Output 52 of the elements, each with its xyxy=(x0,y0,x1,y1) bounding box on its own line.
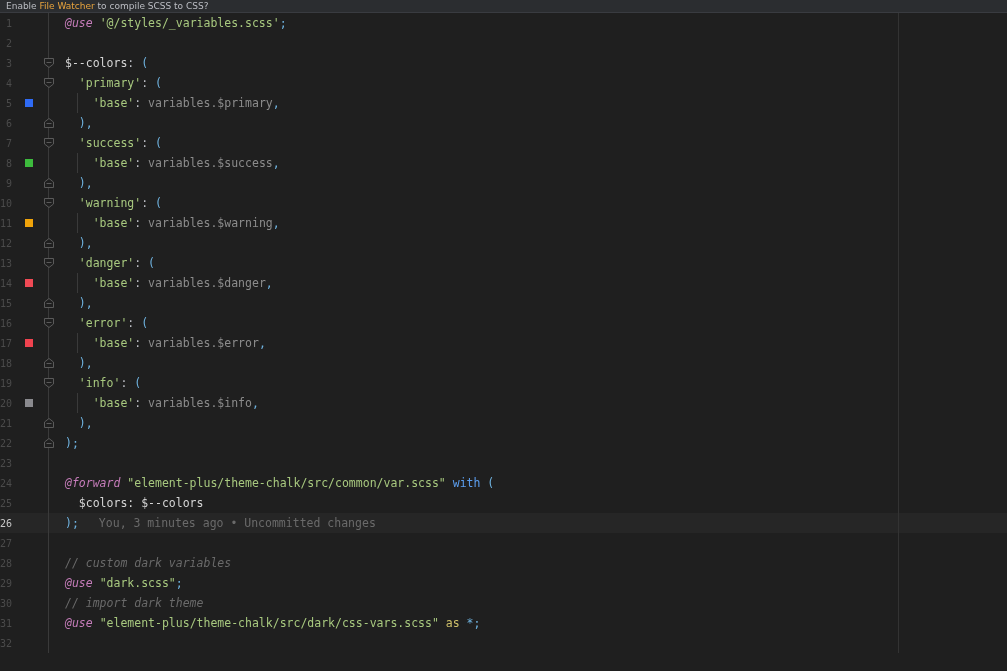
fold-icon[interactable] xyxy=(44,418,54,428)
code-line: ), xyxy=(77,176,93,190)
code-line: 'base': variables.$danger, xyxy=(91,276,273,290)
file-watcher-link[interactable]: File Watcher xyxy=(39,1,95,11)
code-line: ), xyxy=(77,356,93,370)
color-swatch[interactable] xyxy=(25,279,33,287)
fold-icon[interactable] xyxy=(44,138,54,148)
fold-icon[interactable] xyxy=(44,78,54,88)
code-line: // custom dark variables xyxy=(64,556,232,570)
code-line: 'base': variables.$error, xyxy=(91,336,266,350)
color-swatch[interactable] xyxy=(25,339,33,347)
code-line: 'error': ( xyxy=(77,316,149,330)
code-line: @use "dark.scss"; xyxy=(64,576,183,590)
code-line: 'base': variables.$warning, xyxy=(91,216,280,230)
code-line: @forward "element-plus/theme-chalk/src/common/var.scss" with ( xyxy=(64,476,495,490)
fold-icon[interactable] xyxy=(44,58,54,68)
code-line: 'info': ( xyxy=(77,376,142,390)
fold-icon[interactable] xyxy=(44,238,54,248)
code-line: 'warning': ( xyxy=(77,196,162,210)
code-line: ), xyxy=(77,416,93,430)
code-line: $colors: $--colors xyxy=(77,496,204,510)
code-line: // import dark theme xyxy=(64,596,204,610)
blame-annotation: You, 3 minutes ago • Uncommitted changes xyxy=(98,516,376,530)
code-line: 'base': variables.$info, xyxy=(91,396,259,410)
color-swatch[interactable] xyxy=(25,399,33,407)
code-line: 'success': ( xyxy=(77,136,162,150)
code-line: 'base': variables.$success, xyxy=(91,156,280,170)
code-line: ); xyxy=(64,436,79,450)
fold-icon[interactable] xyxy=(44,438,54,448)
fold-icon[interactable] xyxy=(44,198,54,208)
color-swatch[interactable] xyxy=(25,99,33,107)
fold-icon[interactable] xyxy=(44,118,54,128)
fold-icon[interactable] xyxy=(44,318,54,328)
code-line: ), xyxy=(77,116,93,130)
code-line: ), xyxy=(77,236,93,250)
code-line: ), xyxy=(77,296,93,310)
code-line: 'primary': ( xyxy=(77,76,162,90)
code-line: 'base': variables.$primary, xyxy=(91,96,280,110)
fold-icon[interactable] xyxy=(44,378,54,388)
fold-icon[interactable] xyxy=(44,258,54,268)
code-line: @use "element-plus/theme-chalk/src/dark/css-vars.scss" as *; xyxy=(64,616,481,630)
color-swatch[interactable] xyxy=(25,219,33,227)
code-line: 'danger': ( xyxy=(77,256,156,270)
line-number: 26 xyxy=(0,517,12,529)
file-watcher-notice: Enable File Watcher to compile SCSS to CSS? xyxy=(6,0,209,12)
fold-icon[interactable] xyxy=(44,358,54,368)
fold-icon[interactable] xyxy=(44,298,54,308)
code-line: @use '@/styles/_variables.scss'; xyxy=(64,16,287,30)
code-line: $--colors: ( xyxy=(64,56,149,70)
color-swatch[interactable] xyxy=(25,159,33,167)
code-line: ); xyxy=(64,516,79,530)
fold-icon[interactable] xyxy=(44,178,54,188)
